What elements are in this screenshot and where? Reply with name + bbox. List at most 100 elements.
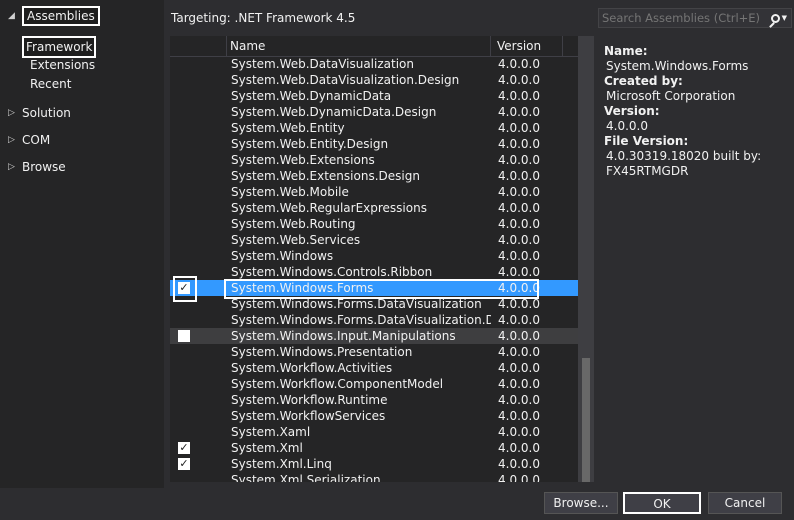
row-version: 4.0.0.0	[498, 361, 540, 375]
tree-item-recent[interactable]: Recent	[28, 75, 73, 93]
table-row[interactable]: System.Windows.Presentation 4.0.0.0	[170, 344, 578, 360]
detail-version-label: Version:	[604, 104, 660, 118]
table-row[interactable]: ✓ System.Windows.Forms 4.0.0.0	[170, 280, 578, 296]
table-row[interactable]: System.Web.Entity.Design 4.0.0.0	[170, 136, 578, 152]
dropdown-caret-icon: ▼	[781, 14, 787, 22]
detail-file-version-build: FX45RTMGDR	[606, 164, 689, 178]
row-name: System.Web.DynamicData	[231, 89, 392, 103]
table-row[interactable]: System.Web.DataVisualization 4.0.0.0	[170, 56, 578, 72]
table-row[interactable]: ✓ System.Xml 4.0.0.0	[170, 440, 578, 456]
row-version: 4.0.0.0	[498, 313, 540, 327]
detail-created-label: Created by:	[604, 74, 683, 88]
table-row[interactable]: System.Windows.Controls.Ribbon 4.0.0.0	[170, 264, 578, 280]
table-row[interactable]: System.Windows.Input.Manipulations 4.0.0.…	[170, 328, 578, 344]
row-version: 4.0.0.0	[498, 441, 540, 455]
detail-file-version-label: File Version:	[604, 134, 689, 148]
tree-label-com: COM	[22, 133, 51, 147]
row-version: 4.0.0.0	[498, 89, 540, 103]
row-name: System.Windows.Input.Manipulations	[231, 329, 456, 343]
row-name: System.Xml.Linq	[231, 457, 332, 471]
row-version: 4.0.0.0	[498, 233, 540, 247]
row-version: 4.0.0.0	[498, 409, 540, 423]
collapsed-arrow-icon: ▷	[8, 162, 15, 172]
search-input[interactable]	[602, 10, 760, 26]
collapsed-arrow-icon: ▷	[8, 135, 15, 145]
targeting-label: Targeting: .NET Framework 4.5	[171, 11, 356, 25]
checkbox-checked[interactable]: ✓	[178, 442, 190, 454]
table-row[interactable]: System.Web.Mobile 4.0.0.0	[170, 184, 578, 200]
row-version: 4.0.0.0	[498, 201, 540, 215]
row-name: System.Windows.Forms	[231, 281, 374, 295]
row-version: 4.0.0.0	[498, 457, 540, 471]
column-header-name[interactable]: Name	[227, 36, 491, 56]
checkbox-checked[interactable]: ✓	[178, 458, 190, 470]
top-bar: Targeting: .NET Framework 4.5 ▼	[164, 0, 794, 36]
tree-label-solution: Solution	[22, 106, 71, 120]
button-bar: Browse... OK Cancel	[0, 488, 794, 520]
tree-item-browse[interactable]: ▷ Browse	[8, 157, 66, 177]
row-version: 4.0.0.0	[498, 217, 540, 231]
row-name: System.Windows.Forms.DataVisualization.D…	[231, 313, 491, 327]
tree-item-assemblies[interactable]: ◢ Assemblies	[8, 6, 100, 26]
table-row[interactable]: System.Web.RegularExpressions 4.0.0.0	[170, 200, 578, 216]
list-header: Name Version	[170, 36, 578, 57]
table-row[interactable]: System.Xaml 4.0.0.0	[170, 424, 578, 440]
browse-button[interactable]: Browse...	[544, 492, 618, 514]
table-row[interactable]: System.Xml.Serialization 4.0.0.0	[170, 472, 578, 482]
row-version: 4.0.0.0	[498, 137, 540, 151]
table-row[interactable]: System.Web.DataVisualization.Design 4.0.0…	[170, 72, 578, 88]
detail-name-label: Name:	[604, 44, 648, 58]
table-row[interactable]: System.Windows 4.0.0.0	[170, 248, 578, 264]
table-row[interactable]: System.Workflow.Activities 4.0.0.0	[170, 360, 578, 376]
table-row[interactable]: System.Web.Entity 4.0.0.0	[170, 120, 578, 136]
assembly-list[interactable]: Name Version System.Web.DataVisualizatio…	[170, 36, 578, 482]
collapsed-arrow-icon: ▷	[8, 108, 15, 118]
cancel-button[interactable]: Cancel	[708, 492, 782, 514]
table-row[interactable]: ✓ System.Xml.Linq 4.0.0.0	[170, 456, 578, 472]
list-scrollbar[interactable]	[578, 36, 594, 482]
table-row[interactable]: System.Web.DynamicData 4.0.0.0	[170, 88, 578, 104]
details-pane: Name: System.Windows.Forms Created by: M…	[600, 44, 790, 179]
detail-version-value: 4.0.0.0	[606, 119, 648, 133]
tree-item-framework[interactable]: Framework	[22, 36, 97, 58]
column-header-version[interactable]: Version	[493, 36, 563, 56]
row-name: System.Web.Mobile	[231, 185, 349, 199]
checkbox-checked[interactable]: ✓	[178, 282, 190, 294]
scroll-thumb[interactable]	[582, 358, 590, 482]
row-name: System.Windows.Forms.DataVisualization	[231, 297, 482, 311]
row-name: System.Xml	[231, 441, 303, 455]
row-name: System.WorkflowServices	[231, 409, 386, 423]
table-row[interactable]: System.Windows.Forms.DataVisualization 4.…	[170, 296, 578, 312]
table-row[interactable]: System.Windows.Forms.DataVisualization.D…	[170, 312, 578, 328]
tree-item-com[interactable]: ▷ COM	[8, 130, 50, 150]
search-box[interactable]: ▼	[598, 8, 792, 28]
row-version: 4.0.0.0	[498, 185, 540, 199]
row-name: System.Windows.Presentation	[231, 345, 413, 359]
tree-item-solution[interactable]: ▷ Solution	[8, 103, 71, 123]
table-row[interactable]: System.Workflow.ComponentModel 4.0.0.0	[170, 376, 578, 392]
tree-label-assemblies: Assemblies	[22, 6, 100, 26]
checkbox-unchecked[interactable]	[178, 330, 190, 342]
row-version: 4.0.0.0	[498, 57, 540, 71]
row-name: System.Web.DynamicData.Design	[231, 105, 437, 119]
table-row[interactable]: System.WorkflowServices 4.0.0.0	[170, 408, 578, 424]
table-row[interactable]: System.Web.Extensions.Design 4.0.0.0	[170, 168, 578, 184]
table-row[interactable]: System.Web.DynamicData.Design 4.0.0.0	[170, 104, 578, 120]
left-nav-pane: ◢ Assemblies Framework Extensions Recent…	[0, 0, 164, 488]
table-row[interactable]: System.Web.Extensions 4.0.0.0	[170, 152, 578, 168]
tree-item-extensions[interactable]: Extensions	[28, 56, 97, 74]
table-row[interactable]: System.Workflow.Runtime 4.0.0.0	[170, 392, 578, 408]
search-icon[interactable]: ▼	[761, 10, 787, 26]
detail-name-value: System.Windows.Forms	[606, 59, 749, 73]
magnifier-icon	[770, 13, 780, 23]
row-name: System.Windows	[231, 249, 334, 263]
row-name: System.Windows.Controls.Ribbon	[231, 265, 433, 279]
table-row[interactable]: System.Web.Routing 4.0.0.0	[170, 216, 578, 232]
detail-file-version-value: 4.0.30319.18020 built by:	[606, 149, 762, 163]
row-name: System.Web.DataVisualization.Design	[231, 73, 460, 87]
row-name: System.Web.DataVisualization	[231, 57, 414, 71]
column-header-check[interactable]	[170, 36, 227, 56]
ok-button[interactable]: OK	[623, 492, 701, 514]
row-version: 4.0.0.0	[498, 393, 540, 407]
table-row[interactable]: System.Web.Services 4.0.0.0	[170, 232, 578, 248]
